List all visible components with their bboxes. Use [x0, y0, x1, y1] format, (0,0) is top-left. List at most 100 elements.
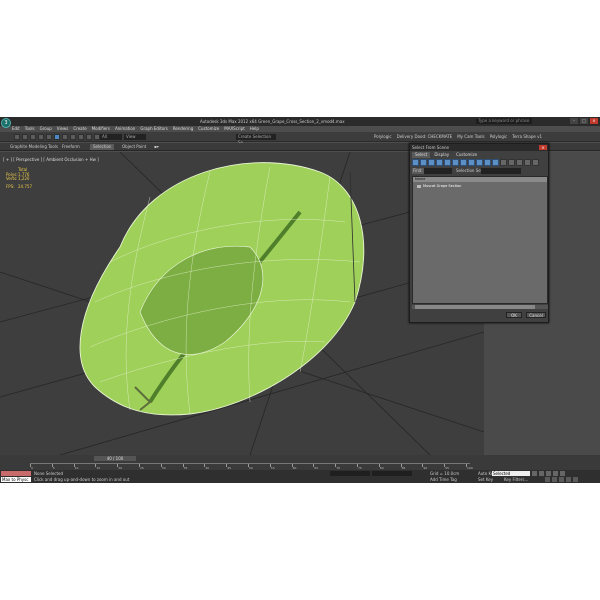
- scrollbar-thumb[interactable]: [415, 305, 535, 309]
- time-slider-handle[interactable]: 40 / 100: [94, 456, 136, 461]
- reference-coordinate-dropdown[interactable]: View: [124, 134, 146, 140]
- lights-filter-icon[interactable]: [428, 159, 435, 166]
- window-crossing-icon[interactable]: [78, 134, 84, 140]
- zoom-all-icon[interactable]: [552, 477, 557, 482]
- dialog-filter-toolbar: [412, 159, 548, 167]
- next-frame-icon[interactable]: [553, 471, 558, 476]
- app-window: 3 Autodesk 3ds Max 2012 x64 Green_Grape_…: [0, 117, 600, 483]
- toolbar-label[interactable]: Terra Shape v1: [512, 134, 542, 139]
- find-label: Find:: [412, 168, 424, 174]
- viewport-statistics: Total Polys: 1,776 Verts: 1,220 FPS: 24.…: [6, 167, 32, 190]
- play-icon[interactable]: [546, 471, 551, 476]
- maximize-button[interactable]: □: [580, 118, 588, 124]
- coordinate-y[interactable]: [372, 471, 412, 476]
- select-by-name-icon[interactable]: [62, 134, 68, 140]
- undo-icon[interactable]: [14, 134, 20, 140]
- display-children-icon[interactable]: [524, 159, 531, 166]
- stats-row-fps: FPS: 24.757: [6, 183, 32, 190]
- select-from-scene-dialog: Select From Scene × Select Display Custo…: [409, 143, 549, 323]
- link-icon[interactable]: [30, 134, 36, 140]
- viewport-label[interactable]: [ + ] [ Perspective ] [ Ambient Occlusio…: [3, 157, 99, 162]
- maximize-viewport-icon[interactable]: [573, 477, 578, 482]
- minimize-button[interactable]: –: [570, 118, 578, 124]
- search-input[interactable]: Type a keyword or phrase: [476, 118, 532, 124]
- go-to-end-icon[interactable]: [560, 471, 565, 476]
- zoom-icon[interactable]: [545, 477, 550, 482]
- invert-selection-icon[interactable]: [516, 159, 523, 166]
- select-all-icon[interactable]: [500, 159, 507, 166]
- maxscript-listener-top[interactable]: [1, 471, 31, 476]
- track-bar-ruler[interactable]: 0 5 10 15 20 25 30 35 40 45 50 55 60 65 70 75 80 85 90 95 10…: [30, 463, 473, 470]
- cameras-filter-icon[interactable]: [436, 159, 443, 166]
- bones-filter-icon[interactable]: [476, 159, 483, 166]
- select-none-icon[interactable]: [508, 159, 515, 166]
- tab-object-paint[interactable]: Object Paint: [122, 144, 146, 150]
- close-button[interactable]: ×: [590, 118, 598, 124]
- geometry-filter-icon[interactable]: [412, 159, 419, 166]
- previous-frame-icon[interactable]: [539, 471, 544, 476]
- unlink-icon[interactable]: [38, 134, 44, 140]
- cancel-button[interactable]: Cancel: [526, 312, 546, 318]
- grid-status: Grid = 10.0cm: [430, 471, 460, 476]
- dialog-tab-display[interactable]: Display: [431, 152, 452, 158]
- bind-space-warp-icon[interactable]: [46, 134, 52, 140]
- select-object-icon[interactable]: [54, 134, 60, 140]
- toolbar-label[interactable]: Polylogic: [490, 134, 508, 139]
- dialog-tab-customize[interactable]: Customize: [453, 152, 480, 158]
- tab-freeform[interactable]: Freeform: [62, 144, 80, 150]
- xrefs-filter-icon[interactable]: [468, 159, 475, 166]
- sync-selection-icon[interactable]: [532, 159, 539, 166]
- selection-status: None Selected: [34, 471, 64, 476]
- object-icon: [417, 184, 421, 188]
- maxscript-listener-bottom[interactable]: Max to Physc: [1, 477, 31, 482]
- key-filters-button[interactable]: Key Filters...: [504, 477, 528, 482]
- fps-value: 24.757: [18, 183, 32, 189]
- ribbon-toggle-icon[interactable]: ▪▾: [154, 144, 159, 150]
- frozen-filter-icon[interactable]: [492, 159, 499, 166]
- redo-icon[interactable]: [22, 134, 28, 140]
- pan-icon[interactable]: [559, 477, 564, 482]
- auto-key-dropdown[interactable]: Selected: [492, 471, 530, 476]
- list-item[interactable]: Muscat Grape Section: [417, 184, 461, 188]
- dialog-close-button[interactable]: ×: [539, 145, 547, 150]
- tab-selection[interactable]: Selection: [90, 144, 115, 150]
- set-key-button[interactable]: Set Key: [478, 477, 493, 482]
- tab-graphite-modeling-tools[interactable]: Graphite Modeling Tools: [10, 144, 58, 150]
- window-title: Autodesk 3ds Max 2012 x64 Green_Grape_Cr…: [200, 119, 345, 124]
- grape-mesh[interactable]: [79, 162, 365, 416]
- scene-object-list[interactable]: Name Muscat Grape Section: [412, 176, 548, 304]
- toolbar-label[interactable]: Delivery Dood: CHECKMATE: [397, 134, 453, 139]
- toolbar-icons: [14, 134, 108, 140]
- dialog-menu: Select Display Customize: [412, 152, 480, 158]
- groups-filter-icon[interactable]: [460, 159, 467, 166]
- column-header-name[interactable]: Name: [413, 177, 547, 182]
- move-icon[interactable]: [86, 134, 92, 140]
- horizontal-scrollbar[interactable]: [412, 305, 548, 309]
- find-input[interactable]: [424, 168, 452, 174]
- dialog-tab-select[interactable]: Select: [412, 152, 431, 158]
- prompt-line: Click and drag up-and-down to zoom in an…: [34, 477, 130, 482]
- stats-row-verts: Verts: 1,220: [6, 177, 32, 182]
- helpers-filter-icon[interactable]: [444, 159, 451, 166]
- stats-value: 1,220: [18, 176, 30, 182]
- toolbar-label[interactable]: My Cam Tools: [457, 134, 484, 139]
- ok-button[interactable]: OK: [506, 312, 522, 318]
- toolbar-label[interactable]: Polylogic: [374, 134, 392, 139]
- space-warps-filter-icon[interactable]: [452, 159, 459, 166]
- coordinate-x[interactable]: [330, 471, 370, 476]
- go-to-start-icon[interactable]: [532, 471, 537, 476]
- app-logo-icon[interactable]: 3: [1, 118, 11, 128]
- containers-filter-icon[interactable]: [484, 159, 491, 166]
- fps-label: FPS:: [6, 183, 15, 189]
- window-controls: – □ ×: [570, 118, 598, 124]
- main-toolbar: All View Create Selection Se Polylogic D…: [0, 132, 600, 145]
- rect-selection-icon[interactable]: [70, 134, 76, 140]
- list-item-label: Muscat Grape Section: [423, 184, 462, 188]
- viewport-navigation: [545, 477, 578, 482]
- add-time-tag[interactable]: Add Time Tag: [430, 477, 457, 482]
- selection-set-dropdown[interactable]: [481, 168, 521, 174]
- shapes-filter-icon[interactable]: [420, 159, 427, 166]
- orbit-icon[interactable]: [566, 477, 571, 482]
- selection-filter-dropdown[interactable]: All: [100, 134, 122, 140]
- named-selection-dropdown[interactable]: Create Selection Se: [236, 134, 276, 145]
